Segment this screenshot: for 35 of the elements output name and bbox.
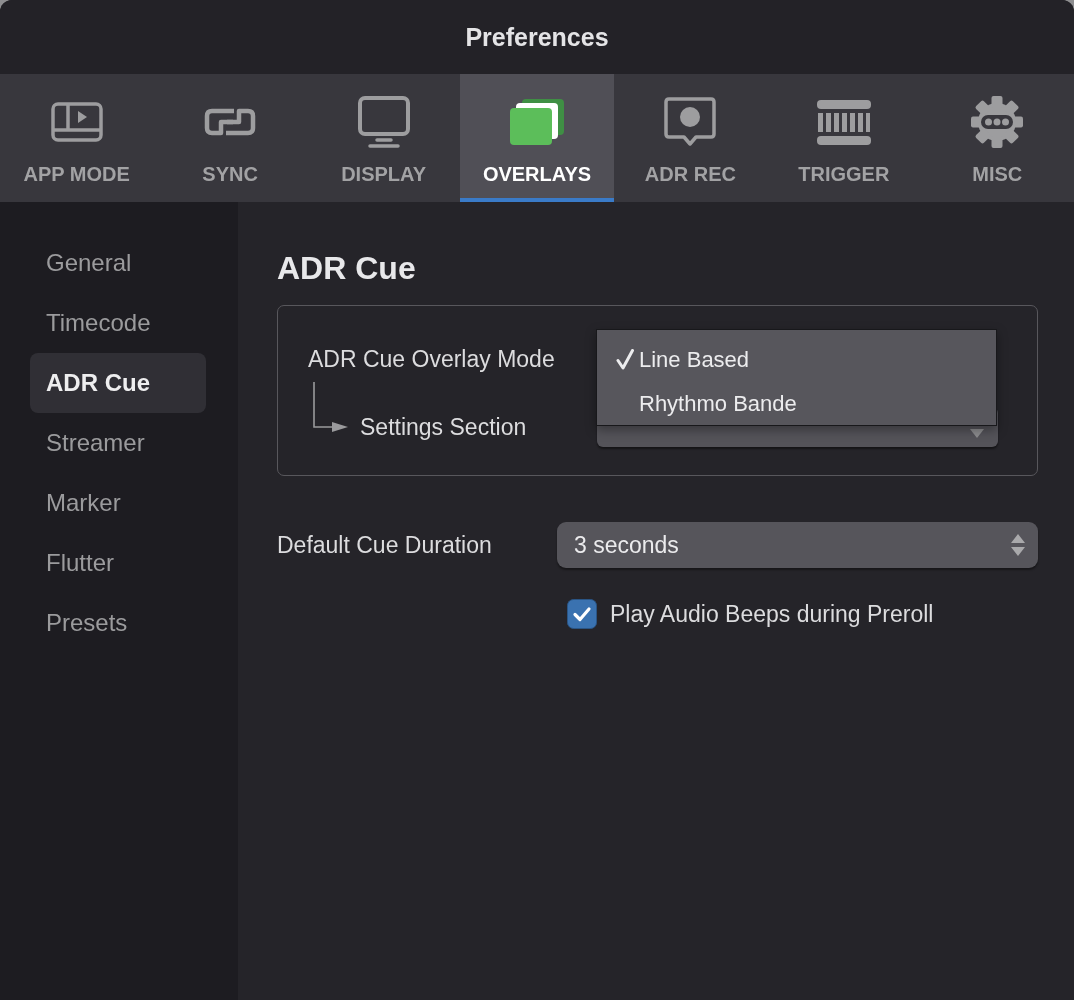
sidebar-item[interactable]: General [30, 233, 206, 293]
tab[interactable]: ADR REC [613, 74, 768, 202]
tab[interactable]: TRIGGER [767, 74, 921, 202]
tab[interactable]: DISPLAY [306, 74, 461, 202]
video-layout-icon [50, 102, 103, 142]
section-heading: ADR Cue [277, 249, 417, 287]
sidebar-item[interactable]: ADR Cue [30, 353, 206, 413]
checkbox-label: Play Audio Beeps during Preroll [610, 600, 934, 628]
field-label: Settings Section [360, 413, 527, 441]
link-icon [204, 107, 257, 137]
monitor-icon [357, 96, 410, 148]
window-title: Preferences [465, 22, 609, 52]
tab[interactable]: OVERLAYS [460, 74, 614, 202]
bars-icon [816, 99, 871, 145]
speech-bubble-icon [664, 97, 717, 147]
menu-item[interactable]: Line Based [597, 337, 996, 381]
checkbox[interactable] [567, 599, 597, 629]
sidebar-item[interactable]: Streamer [30, 413, 206, 473]
caret-icon [970, 429, 984, 438]
tab[interactable]: MISC [920, 74, 1074, 202]
stacked-cards-icon [509, 99, 564, 145]
menu-item[interactable]: Rhythmo Bande [597, 381, 996, 425]
sidebar-item[interactable]: Presets [30, 593, 206, 653]
field-label: ADR Cue Overlay Mode [308, 345, 555, 373]
sidebar-item[interactable]: Timecode [30, 293, 206, 353]
tab[interactable]: SYNC [153, 74, 307, 202]
stepper-arrows-icon [1011, 534, 1025, 556]
duration-stepper[interactable]: 3 seconds [557, 522, 1038, 568]
check-icon [616, 348, 634, 370]
sidebar-item[interactable]: Flutter [30, 533, 206, 593]
gear-icon [970, 95, 1025, 149]
elbow-arrow-icon [312, 382, 348, 432]
field-label: Default Cue Duration [277, 531, 493, 559]
tab[interactable]: APP MODE [0, 74, 154, 202]
sidebar-item[interactable]: Marker [30, 473, 206, 533]
